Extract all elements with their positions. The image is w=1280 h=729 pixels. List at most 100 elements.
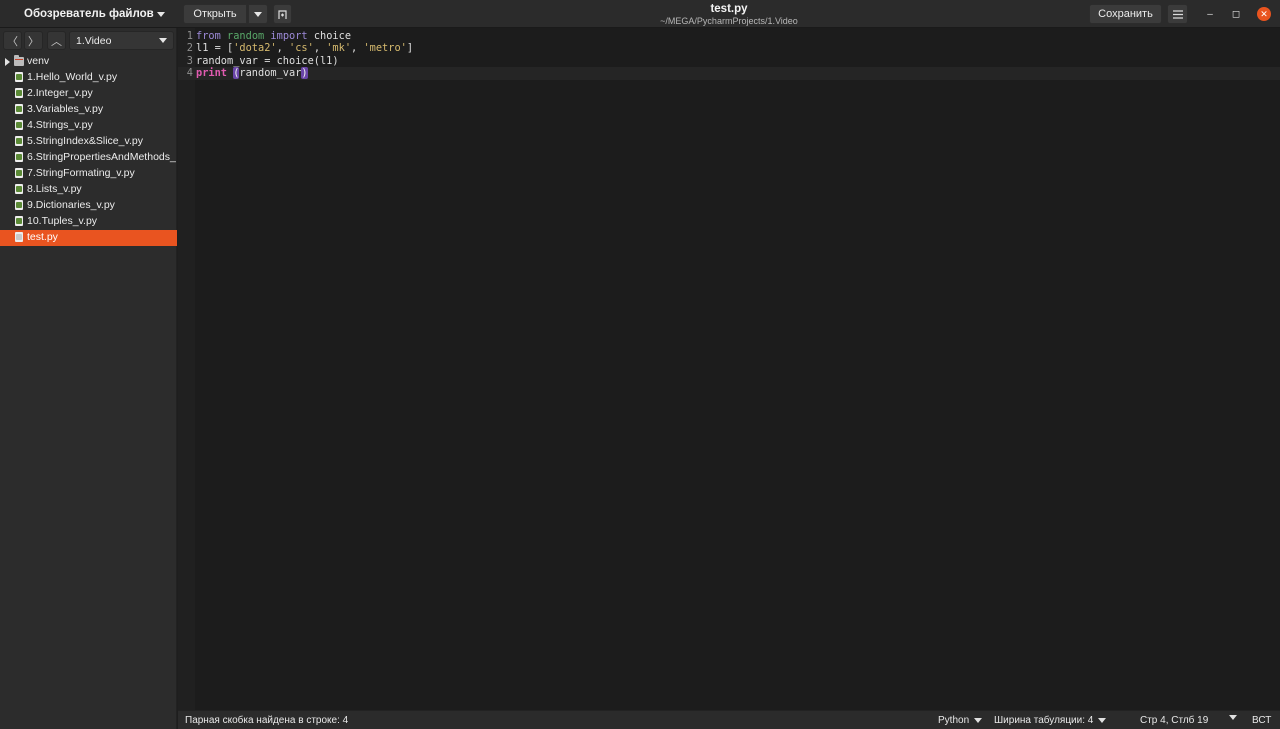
tree-file[interactable]: 2.Integer_v.py [0,86,177,102]
code-text[interactable]: print (random_var) [196,67,308,80]
code-token: 'cs' [289,42,314,55]
tree-item-label: 9.Dictionaries_v.py [27,199,115,211]
cursor-options-menu[interactable] [1224,715,1237,720]
code-token: ] [406,42,414,55]
folder-dropdown-value: 1.Video [76,34,112,47]
chevron-down-icon [254,11,262,17]
python-file-icon [15,168,23,178]
chevron-down-icon [157,11,165,17]
code-token: , [276,42,290,55]
code-editor[interactable]: 1 from random import choice 2 l1 = ['dota2'… [178,28,1280,710]
tree-file[interactable]: 8.Lists_v.py [0,182,177,198]
status-bar: Парная скобка найдена в строке: 4 Python… [178,710,1280,729]
python-file-icon [15,216,23,226]
tree-item-label: 6.StringPropertiesAndMethods_ [27,151,176,163]
tree-item-label: venv [27,55,50,67]
code-token: 'dota2' [233,42,277,55]
folder-icon [14,55,24,66]
line-number: 2 [186,42,193,55]
tree-file[interactable]: 6.StringPropertiesAndMethods_ [0,150,177,166]
python-file-icon [15,120,23,130]
tree-item-label: 10.Tuples_v.py [27,215,98,227]
cursor-position[interactable]: Стр 4, Стлб 19 [1140,715,1208,726]
tree-file[interactable]: 9.Dictionaries_v.py [0,198,177,214]
line-number-gutter [178,28,195,710]
open-button[interactable]: Открыть [183,4,247,24]
python-file-icon [15,104,23,114]
chevron-down-icon [1098,718,1107,723]
insert-mode-indicator[interactable]: ВСТ [1252,715,1271,726]
minimize-icon[interactable]: – [1203,7,1217,21]
code-token: , [351,42,364,55]
expand-arrow-icon[interactable] [5,58,10,66]
back-arrow-icon[interactable]: 〈 [3,31,22,50]
code-token: random_var = choice(l1) [196,54,339,67]
code-text[interactable]: from random import choice [196,30,351,43]
code-token: random [227,30,265,42]
maximize-icon[interactable]: ◻ [1229,7,1243,21]
python-file-icon [15,136,23,146]
tree-file[interactable]: 4.Strings_v.py [0,118,177,134]
python-file-icon [15,184,23,194]
code-token: 'mk' [326,42,352,55]
open-menu-button[interactable] [248,4,268,24]
tree-item-label: 7.StringFormating_v.py [27,167,135,179]
tree-item-label: 3.Variables_v.py [27,103,104,115]
parent-folder-icon[interactable]: ︿ [47,31,66,50]
tree-item-label: 4.Strings_v.py [27,119,93,131]
new-tab-button[interactable] [273,4,292,24]
tree-file[interactable]: test.py [0,230,177,246]
tab-width-label: Ширина табуляции: 4 [994,715,1094,726]
python-file-icon [15,152,23,162]
code-token: choice [307,30,352,42]
folder-dropdown[interactable]: 1.Video [69,31,174,50]
close-icon[interactable]: ✕ [1257,7,1271,21]
window-title-block: test.py ~/MEGA/PycharmProjects/1.Video [530,2,928,27]
matched-bracket: ) [301,67,308,80]
file-tree: venv 1.Hello_World_v.py 2.Integer_v.py 3.Va… [0,54,177,246]
forward-arrow-icon[interactable]: 〉 [24,31,43,50]
tree-file[interactable]: 7.StringFormating_v.py [0,166,177,182]
tree-folder[interactable]: venv [0,54,177,70]
save-button[interactable]: Сохранить [1089,4,1162,24]
code-text[interactable]: random_var = choice(l1) [196,55,339,68]
code-line[interactable]: 1 from random import choice [178,30,1280,43]
header-bar: Обозреватель файлов Открыть test.py ~/ME… [0,0,1280,28]
code-token: print [196,67,227,80]
tree-item-label: 2.Integer_v.py [27,87,93,99]
file-browser-navbar: 〈 〉 ︿ 1.Video [0,28,177,54]
tree-file[interactable]: 10.Tuples_v.py [0,214,177,230]
line-number: 4 [186,67,193,80]
chevron-down-icon [1229,715,1237,720]
language-label: Python [938,715,970,726]
code-line[interactable]: 3 random_var = choice(l1) [178,55,1280,68]
side-panel-selector[interactable]: Обозреватель файлов [0,0,177,28]
hamburger-icon [1172,9,1183,19]
tree-item-label: test.py [27,231,58,243]
tree-file[interactable]: 5.StringIndex&Slice_v.py [0,134,177,150]
tree-item-label: 5.StringIndex&Slice_v.py [27,135,143,147]
new-document-icon [278,9,287,19]
tree-file[interactable]: 3.Variables_v.py [0,102,177,118]
python-file-icon [15,232,23,242]
code-line[interactable]: 4 print (random_var) [178,67,1280,81]
chevron-down-icon [974,718,983,723]
code-token: l1 = [ [196,42,234,55]
python-file-icon [15,88,23,98]
hamburger-menu-button[interactable] [1167,4,1188,24]
chevron-down-icon [159,38,167,43]
python-file-icon [15,72,23,82]
python-file-icon [15,200,23,210]
file-browser-panel: 〈 〉 ︿ 1.Video venv 1.Hello_World_v.py 2.In… [0,28,177,729]
code-text[interactable]: l1 = ['dota2', 'cs', 'mk', 'metro'] [196,42,413,55]
language-selector[interactable]: Python [938,715,983,726]
side-panel-title: Обозреватель файлов [24,8,154,20]
window-subtitle: ~/MEGA/PycharmProjects/1.Video [660,16,798,26]
tab-width-selector[interactable]: Ширина табуляции: 4 [994,715,1107,726]
tree-item-label: 8.Lists_v.py [27,183,82,195]
code-line[interactable]: 2 l1 = ['dota2', 'cs', 'mk', 'metro'] [178,42,1280,55]
code-token: random_var [239,67,302,80]
line-number: 3 [186,54,193,67]
tree-file[interactable]: 1.Hello_World_v.py [0,70,177,86]
status-message: Парная скобка найдена в строке: 4 [185,715,349,726]
